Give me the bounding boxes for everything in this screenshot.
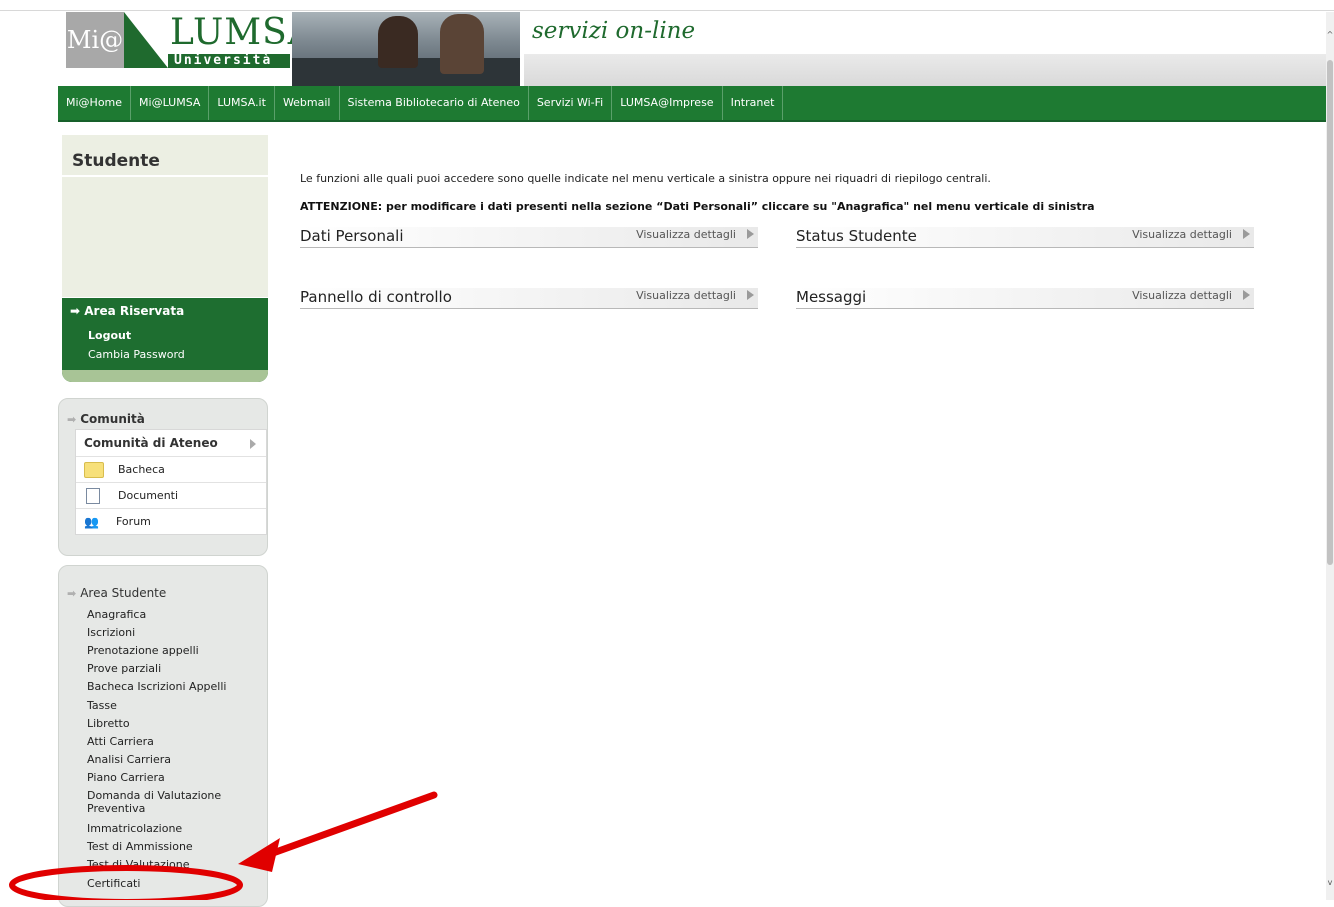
analisi-carriera-link[interactable]: Analisi Carriera: [87, 753, 171, 766]
section-messaggi: Messaggi Visualizza dettagli: [796, 288, 1254, 309]
arrow-right-icon: ➡: [67, 413, 77, 426]
bacheca-label: Bacheca: [118, 463, 165, 476]
forum-label: Forum: [116, 515, 151, 528]
libretto-link[interactable]: Libretto: [87, 717, 130, 730]
cambia-password-link[interactable]: Cambia Password: [88, 348, 185, 361]
triangle-right-icon: [1243, 290, 1250, 300]
comunita-ateneo-item[interactable]: Comunità di Ateneo: [76, 430, 266, 457]
piano-carriera-link[interactable]: Piano Carriera: [87, 771, 165, 784]
comunita-ateneo-label: Comunità di Ateneo: [84, 436, 218, 450]
logo-mi-text: Mi@: [66, 12, 124, 68]
visualizza-dettagli-link[interactable]: Visualizza dettagli: [636, 228, 736, 241]
nav-mi-lumsa[interactable]: Mi@LUMSA: [131, 86, 210, 120]
arrow-right-icon: ➡: [70, 304, 81, 318]
comunita-title: ➡ Comunità: [67, 412, 145, 426]
area-studente-label: Area Studente: [80, 586, 167, 600]
document-icon: [86, 488, 100, 504]
warning-text: ATTENZIONE: per modificare i dati presen…: [300, 200, 1095, 213]
tasse-link[interactable]: Tasse: [87, 699, 117, 712]
atti-carriera-link[interactable]: Atti Carriera: [87, 735, 154, 748]
scroll-down-icon[interactable]: v: [1326, 878, 1334, 887]
top-border-line: [0, 10, 1334, 11]
section-pannello-controllo: Pannello di controllo Visualizza dettagl…: [300, 288, 758, 309]
comunita-label: Comunità: [80, 412, 145, 426]
top-navigation: Mi@Home Mi@LUMSA LUMSA.it Webmail Sistem…: [58, 86, 1328, 122]
area-studente-panel: ➡ Area Studente Anagrafica Iscrizioni Pre…: [58, 565, 268, 907]
visualizza-dettagli-link[interactable]: Visualizza dettagli: [1132, 228, 1232, 241]
documenti-label: Documenti: [118, 489, 179, 502]
arrow-right-icon: ➡: [67, 587, 77, 600]
bacheca-iscrizioni-appelli-link[interactable]: Bacheca Iscrizioni Appelli: [87, 680, 226, 693]
visualizza-dettagli-link[interactable]: Visualizza dettagli: [636, 289, 736, 302]
section-title: Messaggi: [796, 288, 867, 306]
servizi-online-title: servizi on-line: [532, 18, 696, 44]
forum-item[interactable]: 👥 Forum: [76, 509, 266, 534]
section-title: Dati Personali: [300, 227, 404, 245]
nav-mi-home[interactable]: Mi@Home: [58, 86, 132, 120]
bacheca-item[interactable]: Bacheca: [76, 457, 266, 483]
header-photo: [292, 12, 520, 86]
folder-icon: [84, 462, 104, 478]
triangle-right-icon: [747, 290, 754, 300]
scroll-up-icon[interactable]: ^: [1326, 30, 1334, 39]
nav-lumsa-it[interactable]: LUMSA.it: [209, 86, 275, 120]
nav-lumsa-imprese[interactable]: LUMSA@Imprese: [612, 86, 723, 120]
iscrizioni-link[interactable]: Iscrizioni: [87, 626, 135, 639]
section-title: Status Studente: [796, 227, 917, 245]
comunita-panel: ➡ Comunità Comunità di Ateneo Bacheca Doc…: [58, 398, 268, 556]
nav-intranet[interactable]: Intranet: [723, 86, 784, 120]
student-title: Studente: [72, 151, 160, 171]
section-title: Pannello di controllo: [300, 288, 452, 306]
prenotazione-appelli-link[interactable]: Prenotazione appelli: [87, 644, 199, 657]
domanda-valutazione-preventiva-link[interactable]: Domanda di Valutazione Preventiva: [87, 789, 237, 815]
site-header: Mi@ LUMSA Università servizi on-line: [66, 12, 1328, 86]
prove-parziali-link[interactable]: Prove parziali: [87, 662, 161, 675]
triangle-right-icon: [1243, 229, 1250, 239]
area-riservata-label: Area Riservata: [84, 304, 185, 318]
scrollbar-thumb[interactable]: [1327, 60, 1333, 565]
section-status-studente: Status Studente Visualizza dettagli: [796, 227, 1254, 248]
people-icon: 👥: [84, 515, 99, 529]
area-riservata-title: ➡ Area Riservata: [70, 304, 184, 318]
logo-triangle: [124, 12, 168, 68]
test-valutazione-link[interactable]: Test di Valutazione: [87, 858, 190, 871]
nav-sistema-bibliotecario[interactable]: Sistema Bibliotecario di Ateneo: [340, 86, 529, 120]
test-ammissione-link[interactable]: Test di Ammissione: [87, 840, 193, 853]
lumsa-logo[interactable]: Mi@ LUMSA Università: [66, 12, 314, 68]
header-gray-bar: [524, 54, 1328, 86]
triangle-right-icon: [250, 439, 256, 449]
logo-universita-text: Università: [174, 53, 273, 68]
vertical-scrollbar[interactable]: ^ v: [1326, 12, 1334, 900]
nav-servizi-wifi[interactable]: Servizi Wi-Fi: [529, 86, 613, 120]
student-separator: [62, 175, 268, 177]
intro-text: Le funzioni alle quali puoi accedere son…: [300, 172, 991, 185]
section-dati-personali: Dati Personali Visualizza dettagli: [300, 227, 758, 248]
certificati-link[interactable]: Certificati: [87, 877, 140, 890]
anagrafica-link[interactable]: Anagrafica: [87, 608, 146, 621]
logout-link[interactable]: Logout: [88, 329, 131, 342]
comunita-list: Comunità di Ateneo Bacheca Documenti 👥 Fo…: [75, 429, 267, 535]
annotation-arrow-line: [258, 791, 438, 861]
area-studente-title: ➡ Area Studente: [67, 586, 166, 600]
triangle-right-icon: [747, 229, 754, 239]
nav-webmail[interactable]: Webmail: [275, 86, 340, 120]
visualizza-dettagli-link[interactable]: Visualizza dettagli: [1132, 289, 1232, 302]
area-riservata-footer: [62, 370, 268, 382]
immatricolazione-link[interactable]: Immatricolazione: [87, 822, 182, 835]
documenti-item[interactable]: Documenti: [76, 483, 266, 509]
area-riservata-panel: ➡ Area Riservata Logout Cambia Password: [62, 298, 268, 382]
student-box: Studente: [62, 135, 268, 297]
